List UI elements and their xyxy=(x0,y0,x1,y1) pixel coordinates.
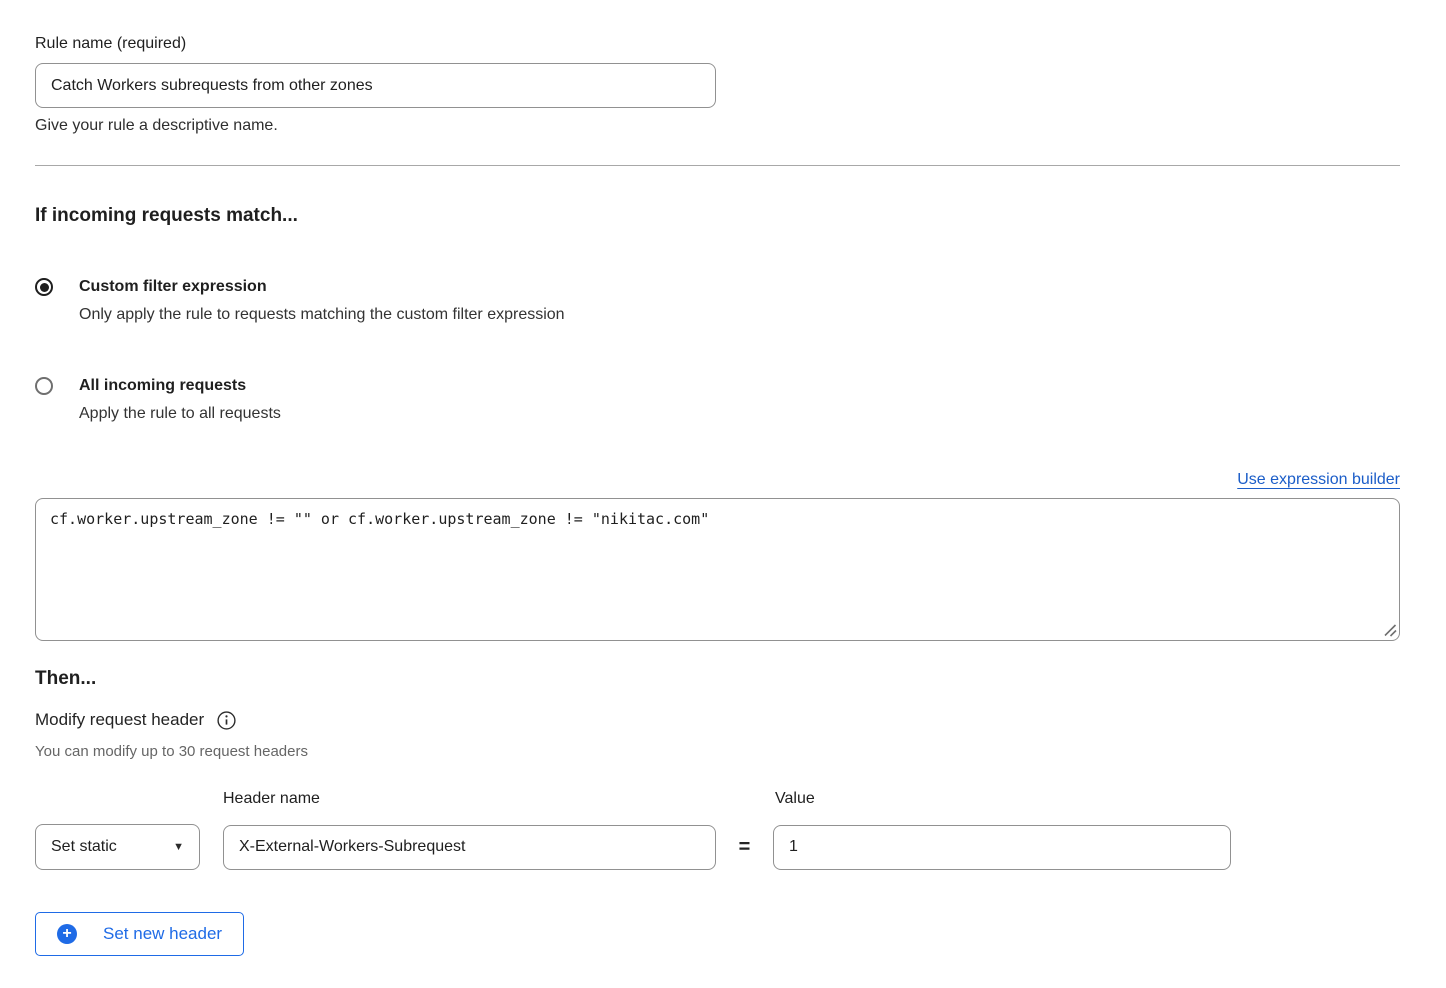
set-new-header-button[interactable]: + Set new header xyxy=(35,912,244,956)
header-value-input[interactable] xyxy=(773,825,1231,870)
set-new-header-label: Set new header xyxy=(103,924,222,944)
column-labels-row: Header name Value xyxy=(35,790,1400,808)
equals-sign: = xyxy=(716,836,773,859)
action-label: Modify request header xyxy=(35,710,204,730)
radio-option-text: All incoming requests Apply the rule to … xyxy=(79,376,281,424)
operation-select[interactable]: Set static ▼ xyxy=(35,824,200,870)
expression-editor: cf.worker.upstream_zone != "" or cf.work… xyxy=(35,498,1400,641)
action-row: Modify request header xyxy=(35,710,1400,730)
header-count-help: You can modify up to 30 request headers xyxy=(35,743,1400,760)
radio-option-label: All incoming requests xyxy=(79,376,281,396)
value-column-label: Value xyxy=(775,790,815,808)
header-name-column-label: Header name xyxy=(223,790,320,808)
use-expression-builder-link[interactable]: Use expression builder xyxy=(1237,471,1400,488)
rule-name-input[interactable] xyxy=(35,63,716,108)
radio-unselected-icon[interactable] xyxy=(35,377,53,395)
radio-option-description: Only apply the rule to requests matching… xyxy=(79,305,565,325)
info-icon[interactable] xyxy=(217,711,236,730)
radio-option-label: Custom filter expression xyxy=(79,277,565,297)
then-section-heading: Then... xyxy=(35,668,1400,690)
radio-option-text: Custom filter expression Only apply the … xyxy=(79,277,565,325)
rule-name-label: Rule name (required) xyxy=(35,34,1400,53)
header-name-input[interactable] xyxy=(223,825,716,870)
resize-grip-icon[interactable] xyxy=(1383,623,1397,637)
section-divider xyxy=(35,165,1400,166)
radio-option-custom-filter-expression[interactable]: Custom filter expression Only apply the … xyxy=(35,277,1400,325)
header-rule-row: Set static ▼ = xyxy=(35,824,1400,870)
operation-select-value: Set static xyxy=(51,838,117,856)
modify-request-header-rule-form: Rule name (required) Give your rule a de… xyxy=(0,0,1446,988)
match-section-heading: If incoming requests match... xyxy=(35,205,1400,227)
rule-name-help: Give your rule a descriptive name. xyxy=(35,117,1400,135)
plus-icon: + xyxy=(57,924,77,944)
filter-expression-textarea[interactable]: cf.worker.upstream_zone != "" or cf.work… xyxy=(35,498,1400,641)
radio-option-description: Apply the rule to all requests xyxy=(79,404,281,424)
radio-selected-icon[interactable] xyxy=(35,278,53,296)
radio-option-all-incoming-requests[interactable]: All incoming requests Apply the rule to … xyxy=(35,376,1400,424)
chevron-down-icon: ▼ xyxy=(173,841,184,853)
builder-link-row: Use expression builder xyxy=(35,471,1400,489)
